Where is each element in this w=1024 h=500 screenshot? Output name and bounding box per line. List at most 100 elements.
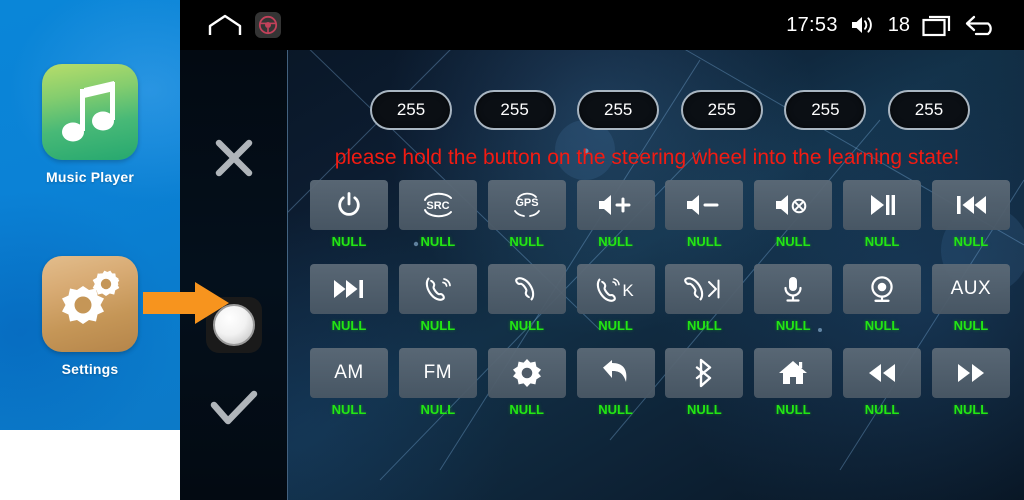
function-cell: NULL <box>843 180 922 249</box>
home-button[interactable] <box>754 348 833 398</box>
channel-value-pill[interactable]: 255 <box>887 90 970 130</box>
hang-up-icon <box>513 274 541 304</box>
svg-text:GPS: GPS <box>515 197 538 209</box>
function-cell: NULL <box>931 348 1010 417</box>
assignment-label: NULL <box>687 402 722 417</box>
home-icon[interactable] <box>208 13 242 37</box>
music-note-icon <box>42 64 138 160</box>
assignment-label: NULL <box>598 318 633 333</box>
function-cell: NULL <box>398 264 477 333</box>
bluetooth-icon <box>693 358 715 388</box>
assignment-label: NULL <box>420 234 456 249</box>
previous-track-icon <box>954 192 988 218</box>
channel-value-pill[interactable]: 255 <box>370 90 452 130</box>
function-cell: NULL <box>931 180 1010 249</box>
channel-value-pill[interactable]: 255 <box>473 90 556 130</box>
learning-control-column <box>180 50 288 500</box>
brightness-button[interactable] <box>487 348 566 398</box>
next-track-button[interactable] <box>310 264 388 314</box>
aux-button[interactable]: AUX <box>931 264 1010 314</box>
assignment-label: NULL <box>864 234 900 249</box>
fast-forward-button[interactable] <box>931 348 1010 398</box>
aux-text: AUX <box>950 278 992 299</box>
volume-up-icon <box>597 192 635 218</box>
function-cell: AUX NULL <box>931 264 1010 333</box>
fm-button[interactable]: FM <box>398 348 477 398</box>
close-x-icon[interactable] <box>180 128 288 188</box>
channel-value-pill[interactable]: 255 <box>680 90 763 130</box>
assignment-label: NULL <box>953 234 989 249</box>
recents-icon[interactable] <box>922 13 952 37</box>
function-cell: NULL <box>310 264 388 333</box>
function-cell: NULL <box>576 180 655 249</box>
return-button[interactable] <box>576 348 655 398</box>
assignment-label: NULL <box>420 402 456 417</box>
head-unit-panel: 17:53 18 255 255 255 255 255 255 please … <box>180 0 1024 500</box>
screen-root: Music Player Settings 17:53 18 255 255 2… <box>0 0 1024 500</box>
function-cell: FM NULL <box>398 348 477 417</box>
function-cell: K NULL <box>576 264 655 333</box>
end-call-next-button[interactable] <box>665 264 744 314</box>
function-cell: NULL <box>843 348 922 417</box>
camera-button[interactable] <box>843 264 922 314</box>
assignment-label: NULL <box>775 402 811 417</box>
function-cell: NULL <box>754 180 833 249</box>
svg-text:K: K <box>622 281 634 300</box>
bluetooth-button[interactable] <box>665 348 744 398</box>
assignment-label: NULL <box>598 402 633 417</box>
function-cell: NULL <box>487 264 566 333</box>
function-cell: AM NULL <box>310 348 388 417</box>
source-button[interactable]: SRC <box>398 180 477 230</box>
assignment-label: NULL <box>687 234 722 249</box>
volume-up-button[interactable] <box>576 180 655 230</box>
sidebar-item-label: Music Player <box>46 169 134 185</box>
fast-forward-icon <box>955 360 987 386</box>
rewind-icon <box>866 360 898 386</box>
volume-icon[interactable] <box>850 14 876 36</box>
power-icon <box>335 191 363 219</box>
call-key-icon: K <box>594 274 638 304</box>
assignment-label: NULL <box>509 318 545 333</box>
function-cell: NULL <box>487 348 566 417</box>
volume-down-button[interactable] <box>665 180 744 230</box>
microphone-button[interactable] <box>754 264 833 314</box>
volume-down-icon <box>685 192 723 218</box>
function-cell: NULL <box>665 348 744 417</box>
clock: 17:53 <box>786 13 838 36</box>
function-cell: NULL <box>310 180 388 249</box>
status-bar-right: 17:53 18 <box>786 13 1024 37</box>
assignment-label: NULL <box>509 402 545 417</box>
assignment-label: NULL <box>420 318 456 333</box>
answer-call-button[interactable] <box>398 264 477 314</box>
mute-button[interactable] <box>754 180 833 230</box>
gps-button[interactable]: GPS <box>487 180 566 230</box>
am-button[interactable]: AM <box>310 348 388 398</box>
src-icon: SRC <box>421 191 455 219</box>
power-button[interactable] <box>310 180 388 230</box>
channel-value-pill[interactable]: 255 <box>577 90 660 130</box>
function-cell: NULL <box>665 264 744 333</box>
microphone-icon <box>780 274 806 304</box>
sidebar-item-music-player[interactable]: Music Player <box>0 64 180 185</box>
answer-call-icon <box>422 274 454 304</box>
assignment-label: NULL <box>953 318 989 333</box>
previous-track-button[interactable] <box>931 180 1010 230</box>
gps-icon: GPS <box>511 191 543 219</box>
assignment-label: NULL <box>687 318 722 333</box>
home-fill-icon <box>778 359 808 387</box>
assignment-label: NULL <box>331 318 367 333</box>
play-pause-button[interactable] <box>843 180 922 230</box>
call-key-button[interactable]: K <box>576 264 655 314</box>
assignment-label: NULL <box>775 234 811 249</box>
warning-message: please hold the button on the steering w… <box>334 146 960 169</box>
steering-wheel-icon[interactable] <box>255 12 281 38</box>
return-arrow-icon <box>601 359 631 387</box>
back-arrow-icon[interactable] <box>964 13 998 37</box>
rewind-button[interactable] <box>843 348 922 398</box>
am-text: AM <box>334 362 364 383</box>
gears-icon <box>42 256 138 352</box>
checkmark-icon[interactable] <box>180 380 288 440</box>
channel-value-pill[interactable]: 255 <box>784 90 867 130</box>
camera-icon <box>868 274 896 304</box>
hang-up-button[interactable] <box>487 264 566 314</box>
